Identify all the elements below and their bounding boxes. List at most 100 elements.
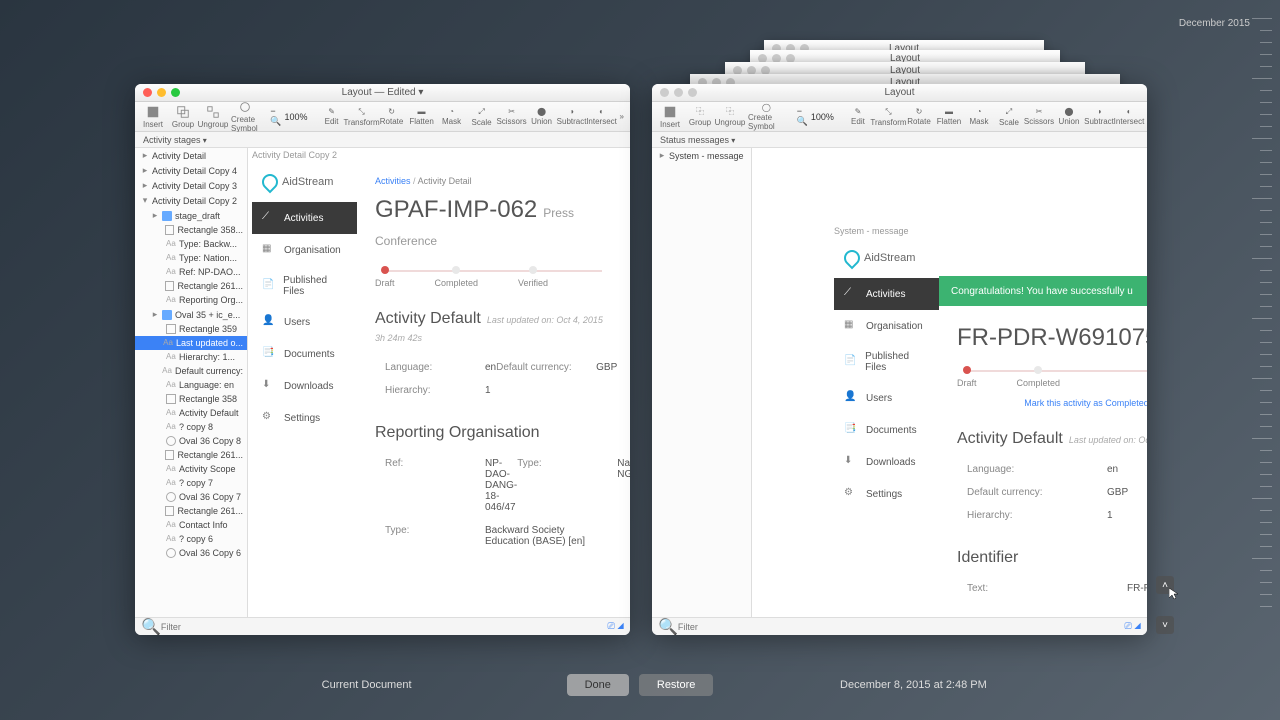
layer-item[interactable]: AaActivity Default — [135, 406, 247, 420]
version-timeline[interactable] — [1247, 18, 1272, 658]
nav-settings[interactable]: ⚙Settings — [252, 402, 357, 434]
scale-button[interactable]: ⤢Scale — [997, 107, 1021, 127]
canvas-right[interactable]: System - message AidStream ⟋Activities▦O… — [752, 148, 1147, 617]
filter-bar[interactable]: 🔍 ⎚ ◢ — [135, 617, 630, 635]
filter-input[interactable] — [161, 622, 608, 632]
layer-item[interactable]: ▾Activity Detail Copy 2 — [135, 193, 247, 208]
layer-item[interactable]: ▸Oval 35 + ic_e... — [135, 307, 247, 322]
titlebar-right[interactable]: Layout — [652, 84, 1147, 102]
layer-item[interactable]: ▸stage_draft — [135, 208, 247, 223]
intersect-button[interactable]: ◐Intersect — [1117, 107, 1141, 126]
layer-item[interactable]: Rectangle 358... — [135, 223, 247, 237]
layer-item[interactable]: ▸Activity Detail Copy 3 — [135, 178, 247, 193]
section-activity-default: Activity DefaultLast updated on: Oct 4, … — [375, 310, 612, 346]
flatten-button[interactable]: ▬Flatten — [410, 107, 434, 126]
layer-item[interactable]: Rectangle 359 — [135, 322, 247, 336]
intersect-button[interactable]: ◐Intersect — [590, 107, 614, 126]
rotate-button[interactable]: ↻Rotate — [380, 107, 404, 126]
filter-options-icon[interactable]: ⎚ ◢ — [1124, 621, 1141, 632]
layers-panel[interactable]: ▸Activity Detail▸Activity Detail Copy 4▸… — [135, 148, 248, 617]
mask-button[interactable]: ◔Mask — [967, 107, 991, 126]
layer-item[interactable]: AaLanguage: en — [135, 378, 247, 392]
flatten-button[interactable]: ▬Flatten — [937, 107, 961, 126]
zoom-control[interactable]: − 🔍 100% — [270, 106, 307, 127]
transform-button[interactable]: ⤡Transform — [350, 107, 374, 127]
layer-item[interactable]: ▸System - message — [652, 148, 751, 163]
layers-panel[interactable]: ▸System - message — [652, 148, 752, 617]
scissors-button[interactable]: ✂Scissors — [1027, 107, 1051, 126]
nav-settings[interactable]: ⚙Settings — [834, 478, 939, 510]
filter-input[interactable] — [678, 622, 1125, 632]
layer-item[interactable]: Rectangle 358 — [135, 392, 247, 406]
layer-item[interactable]: AaContact Info — [135, 518, 247, 532]
zoom-icon[interactable] — [171, 88, 180, 97]
union-button[interactable]: ⬤Union — [530, 107, 554, 126]
close-icon[interactable] — [143, 88, 152, 97]
layer-item[interactable]: AaType: Backw... — [135, 237, 247, 251]
page-title: FR-PDR-W69107533 — [957, 324, 1147, 352]
canvas-left[interactable]: Activity Detail Copy 2 AidStream ⟋Activi… — [248, 148, 630, 617]
breadcrumb-bar[interactable]: Activity stages — [135, 132, 630, 148]
group-button[interactable]: ⿻Group — [688, 106, 712, 127]
layer-item[interactable]: Rectangle 261... — [135, 448, 247, 462]
nav-published-files[interactable]: 📄Published Files — [834, 342, 939, 382]
version-next-button[interactable]: ˅ — [1156, 616, 1174, 634]
nav-published-files[interactable]: 📄Published Files — [252, 266, 357, 306]
layer-item[interactable]: Oval 36 Copy 7 — [135, 490, 247, 504]
union-button[interactable]: ⬤Union — [1057, 107, 1081, 126]
restore-button[interactable]: Restore — [639, 674, 714, 696]
zoom-control[interactable]: − 🔍 100% — [797, 106, 834, 127]
layer-item[interactable]: AaActivity Scope — [135, 462, 247, 476]
insert-button[interactable]: Insert — [141, 105, 165, 129]
edit-button[interactable]: ✎Edit — [320, 107, 344, 126]
layer-item[interactable]: AaDefault currency: — [135, 364, 247, 378]
group-button[interactable]: Group — [171, 105, 195, 129]
layer-item[interactable]: ▸Activity Detail — [135, 148, 247, 163]
layer-item[interactable]: AaRef: NP-DAO... — [135, 265, 247, 279]
layer-item[interactable]: AaReporting Org... — [135, 293, 247, 307]
done-button[interactable]: Done — [567, 674, 629, 696]
nav-users[interactable]: 👤Users — [834, 382, 939, 414]
titlebar-left[interactable]: Layout — Edited ▾ — [135, 84, 630, 102]
nav-downloads[interactable]: ⬇Downloads — [834, 446, 939, 478]
nav-downloads[interactable]: ⬇Downloads — [252, 370, 357, 402]
subtract-button[interactable]: ◑Subtract — [1087, 107, 1111, 126]
breadcrumb-bar[interactable]: Status messages — [652, 132, 1147, 148]
layer-item[interactable]: Aa? copy 8 — [135, 420, 247, 434]
nav-organisation[interactable]: ▦Organisation — [834, 310, 939, 342]
subtract-button[interactable]: ◑Subtract — [560, 107, 584, 126]
filter-options-icon[interactable]: ⎚ ◢ — [607, 621, 624, 632]
nav-users[interactable]: 👤Users — [252, 306, 357, 338]
transform-button[interactable]: ⤡Transform — [876, 107, 901, 127]
minimize-icon[interactable] — [157, 88, 166, 97]
layer-item[interactable]: AaLast updated o... — [135, 336, 247, 350]
layer-item[interactable]: Aa? copy 7 — [135, 476, 247, 490]
mask-button[interactable]: ◔Mask — [440, 107, 464, 126]
layer-item[interactable]: Oval 36 Copy 8 — [135, 434, 247, 448]
nav-activities[interactable]: ⟋Activities — [252, 202, 357, 234]
create-symbol-button[interactable]: Create Symbol — [231, 100, 258, 133]
nav-organisation[interactable]: ▦Organisation — [252, 234, 357, 266]
layer-item[interactable]: Rectangle 261... — [135, 279, 247, 293]
ungroup-button[interactable]: ⿻Ungroup — [718, 106, 742, 127]
layer-item[interactable]: Oval 36 Copy 6 — [135, 546, 247, 560]
scissors-button[interactable]: ✂Scissors — [500, 107, 524, 126]
edit-button[interactable]: ✎Edit — [846, 107, 870, 126]
nav-documents[interactable]: 📑Documents — [834, 414, 939, 446]
nav-documents[interactable]: 📑Documents — [252, 338, 357, 370]
mark-completed-link[interactable]: Mark this activity as Completed — [957, 398, 1147, 408]
insert-button[interactable]: Insert — [658, 105, 682, 129]
create-symbol-button[interactable]: ◯Create Symbol — [748, 103, 785, 131]
layer-item[interactable]: AaHierarchy: 1... — [135, 350, 247, 364]
layer-item[interactable]: Rectangle 261... — [135, 504, 247, 518]
layer-item[interactable]: Aa? copy 6 — [135, 532, 247, 546]
more-icon[interactable]: » — [620, 112, 624, 121]
rotate-button[interactable]: ↻Rotate — [907, 107, 931, 126]
layer-item[interactable]: ▸Activity Detail Copy 4 — [135, 163, 247, 178]
filter-bar[interactable]: 🔍 ⎚ ◢ — [652, 617, 1147, 635]
layer-item[interactable]: AaType: Nation... — [135, 251, 247, 265]
nav-activities[interactable]: ⟋Activities — [834, 278, 939, 310]
scale-button[interactable]: ⤢Scale — [470, 107, 494, 127]
cursor-icon — [1169, 588, 1181, 600]
ungroup-button[interactable]: Ungroup — [201, 105, 225, 129]
